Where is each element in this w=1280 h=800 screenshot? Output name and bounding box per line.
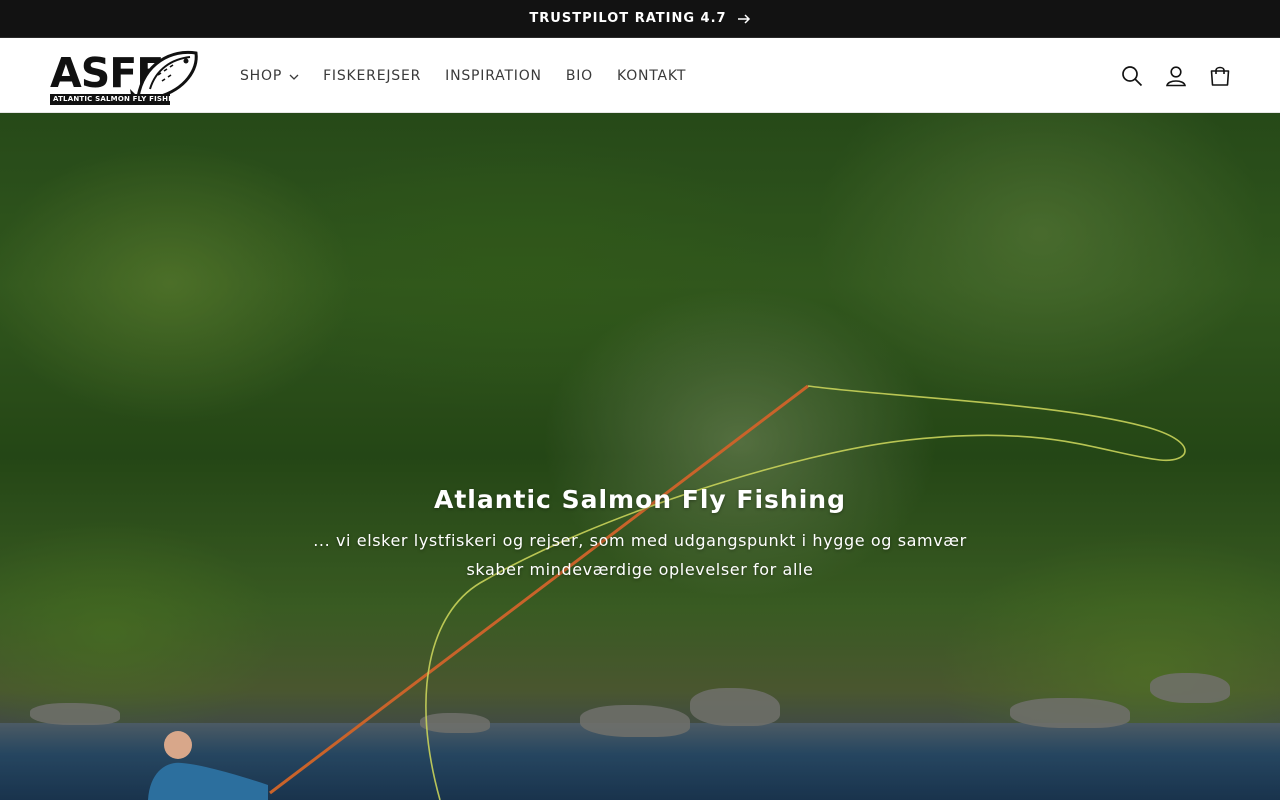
cart-button[interactable] [1198,54,1242,98]
nav-item-label: BIO [565,67,593,84]
logo-subtitle: ATLANTIC SALMON FLY FISHING [53,95,184,103]
hero-subtitle: ... vi elsker lystfiskeri og rejser, som… [290,526,990,584]
search-icon [1122,65,1143,86]
hero-content: Atlantic Salmon Fly Fishing ... vi elske… [290,485,990,584]
cart-icon [1210,66,1230,86]
nav-item-inspiration[interactable]: INSPIRATION [433,54,554,98]
arrow-right-icon [737,13,750,24]
trustpilot-link[interactable]: TRUSTPILOT RATING 4.7 [529,11,750,26]
announcement-bar: TRUSTPILOT RATING 4.7 [0,0,1280,38]
main-navigation: SHOP FISKEREJSER INSPIRATION BIO KONTAKT [228,38,698,113]
hero-subtitle-line-2: skaber mindeværdige oplevelser for alle [466,560,814,579]
hero-subtitle-line-1: ... vi elsker lystfiskeri og rejser, som… [313,531,967,550]
site-logo[interactable]: ASFF ATLANTIC SALMON FLY FISHING [50,45,200,107]
site-header: ASFF ATLANTIC SALMON FLY FISHING SHOP FI… [0,38,1280,113]
search-button[interactable] [1110,54,1154,98]
announcement-text: TRUSTPILOT RATING 4.7 [529,11,727,26]
chevron-down-icon [289,74,299,80]
nav-item-kontakt[interactable]: KONTAKT [605,54,698,98]
nav-item-fiskerejser[interactable]: FISKEREJSER [311,54,433,98]
nav-item-shop[interactable]: SHOP [228,54,311,98]
hero-banner: Atlantic Salmon Fly Fishing ... vi elske… [0,113,1280,800]
fly-line-illustration [269,384,1186,800]
hero-title: Atlantic Salmon Fly Fishing [434,485,846,514]
nav-item-label: INSPIRATION [445,67,542,84]
nav-item-label: KONTAKT [616,67,687,84]
nav-item-label: FISKEREJSER [323,67,422,84]
header-icons [1110,38,1242,113]
angler-figure [148,731,268,800]
account-icon [1166,65,1186,86]
nav-item-label: SHOP [240,67,283,84]
account-button[interactable] [1154,54,1198,98]
nav-item-bio[interactable]: BIO [554,54,605,98]
